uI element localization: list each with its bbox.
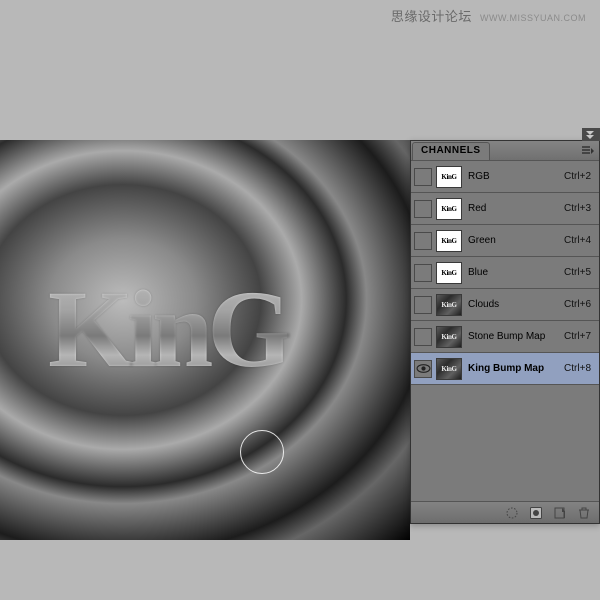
document-canvas[interactable]: KinG (0, 140, 410, 540)
visibility-toggle[interactable] (414, 168, 432, 186)
channel-thumbnail: KinG (436, 294, 462, 316)
panel-tabs: CHANNELS (411, 141, 599, 161)
panel-empty-area (411, 385, 599, 501)
thumbnail-text: KinG (441, 237, 456, 245)
channel-name: Red (468, 203, 564, 214)
tab-channels[interactable]: CHANNELS (412, 142, 490, 160)
channels-panel: CHANNELS KinG RGBCtrl+2 KinG RedCtrl+3 KinG G… (410, 140, 600, 524)
channel-thumbnail: KinG (436, 262, 462, 284)
thumbnail-text: KinG (441, 333, 456, 341)
channel-shortcut: Ctrl+4 (564, 235, 591, 246)
thumbnail-text: KinG (441, 173, 456, 181)
channel-name: Stone Bump Map (468, 331, 564, 342)
visibility-toggle[interactable] (414, 296, 432, 314)
channel-name: Green (468, 235, 564, 246)
watermark-sub: WWW.MISSYUAN.COM (480, 13, 586, 23)
visibility-toggle[interactable] (414, 360, 432, 378)
channel-shortcut: Ctrl+2 (564, 171, 591, 182)
thumbnail-text: KinG (441, 365, 456, 373)
channel-name: RGB (468, 171, 564, 182)
channel-row[interactable]: KinG Stone Bump MapCtrl+7 (411, 321, 599, 353)
channel-shortcut: Ctrl+6 (564, 299, 591, 310)
panel-collapse-button[interactable] (582, 128, 600, 141)
channel-thumbnail: KinG (436, 326, 462, 348)
watermark: 思缘设计论坛 WWW.MISSYUAN.COM (0, 6, 600, 25)
channel-row[interactable]: KinG RGBCtrl+2 (411, 161, 599, 193)
panel-footer (411, 501, 599, 523)
brush-cursor-icon (240, 430, 284, 474)
channel-thumbnail: KinG (436, 198, 462, 220)
channel-row[interactable]: KinG RedCtrl+3 (411, 193, 599, 225)
canvas-text: KinG (48, 266, 287, 393)
channel-shortcut: Ctrl+3 (564, 203, 591, 214)
channel-shortcut: Ctrl+8 (564, 363, 591, 374)
channel-shortcut: Ctrl+7 (564, 331, 591, 342)
thumbnail-text: KinG (441, 205, 456, 213)
visibility-toggle[interactable] (414, 328, 432, 346)
panel-menu-icon[interactable] (579, 142, 597, 160)
visibility-toggle[interactable] (414, 232, 432, 250)
new-channel-icon[interactable] (553, 506, 567, 520)
channel-thumbnail: KinG (436, 358, 462, 380)
channel-shortcut: Ctrl+5 (564, 267, 591, 278)
channel-thumbnail: KinG (436, 230, 462, 252)
channel-thumbnail: KinG (436, 166, 462, 188)
watermark-main: 思缘设计论坛 (391, 9, 472, 24)
thumbnail-text: KinG (441, 301, 456, 309)
channel-row[interactable]: KinG King Bump MapCtrl+8 (411, 353, 599, 385)
channel-name: Blue (468, 267, 564, 278)
save-mask-icon[interactable] (529, 506, 543, 520)
channel-name: King Bump Map (468, 363, 564, 374)
visibility-toggle[interactable] (414, 264, 432, 282)
channel-row[interactable]: KinG CloudsCtrl+6 (411, 289, 599, 321)
channel-row[interactable]: KinG BlueCtrl+5 (411, 257, 599, 289)
channel-name: Clouds (468, 299, 564, 310)
thumbnail-text: KinG (441, 269, 456, 277)
load-selection-icon[interactable] (505, 506, 519, 520)
channel-row[interactable]: KinG GreenCtrl+4 (411, 225, 599, 257)
delete-channel-icon[interactable] (577, 506, 591, 520)
visibility-toggle[interactable] (414, 200, 432, 218)
